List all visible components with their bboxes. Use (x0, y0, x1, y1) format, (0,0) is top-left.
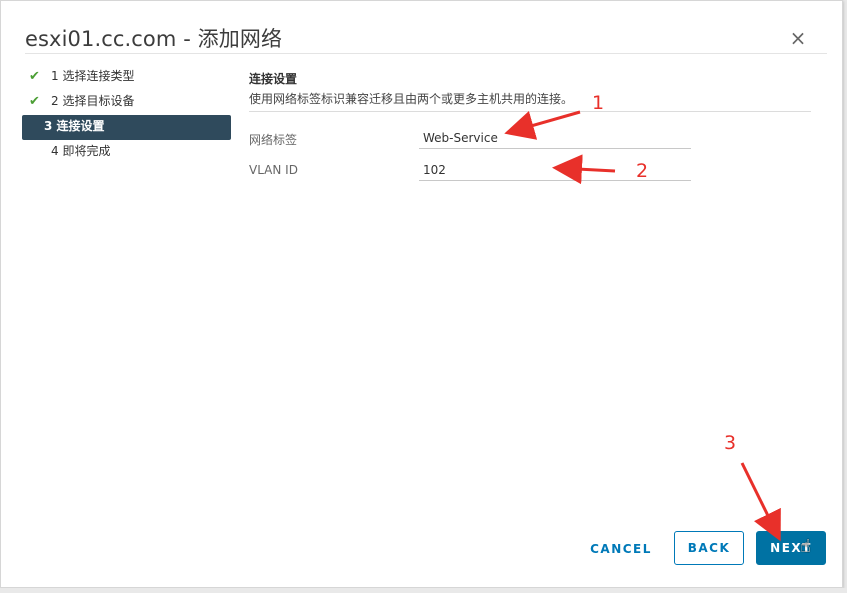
step-label: 4 即将完成 (51, 144, 111, 158)
background-strip (0, 588, 847, 593)
step-label: 2 选择目标设备 (51, 94, 135, 108)
next-button[interactable]: NEXT (756, 531, 826, 565)
step-ready-to-complete[interactable]: 4 即将完成 (27, 140, 233, 165)
step-select-target-device[interactable]: ✔ 2 选择目标设备 (27, 90, 233, 115)
annotation-number-2: 2 (636, 160, 649, 182)
cancel-button[interactable]: CANCEL (581, 532, 661, 566)
section-divider (249, 111, 811, 112)
title-divider (25, 53, 827, 54)
back-button[interactable]: BACK (674, 531, 744, 565)
network-label-input[interactable] (419, 127, 691, 149)
vlan-id-label: VLAN ID (249, 163, 298, 177)
dialog-title: esxi01.cc.com - 添加网络 (25, 27, 283, 51)
step-label: 1 选择连接类型 (51, 69, 135, 83)
wizard-steps: ✔ 1 选择连接类型 ✔ 2 选择目标设备 3 连接设置 4 即将完成 (22, 65, 233, 165)
checkmark-icon: ✔ (29, 94, 40, 109)
network-label-label: 网络标签 (249, 133, 298, 147)
step-connection-settings[interactable]: 3 连接设置 (22, 115, 231, 140)
annotation-number-1: 1 (592, 92, 605, 114)
section-title: 连接设置 (249, 72, 298, 86)
pointer-hand-icon: ☝ (800, 536, 811, 557)
annotation-number-3: 3 (724, 432, 737, 454)
section-description: 使用网络标签标识兼容迁移且由两个或更多主机共用的连接。 (249, 92, 574, 106)
vlan-id-input[interactable] (419, 159, 691, 181)
close-icon[interactable]: × (787, 27, 809, 49)
step-label: 3 连接设置 (44, 119, 105, 133)
checkmark-icon: ✔ (29, 69, 40, 84)
step-select-connection-type[interactable]: ✔ 1 选择连接类型 (27, 65, 233, 90)
add-network-dialog: esxi01.cc.com - 添加网络 × ✔ 1 选择连接类型 ✔ 2 选择… (0, 0, 843, 588)
